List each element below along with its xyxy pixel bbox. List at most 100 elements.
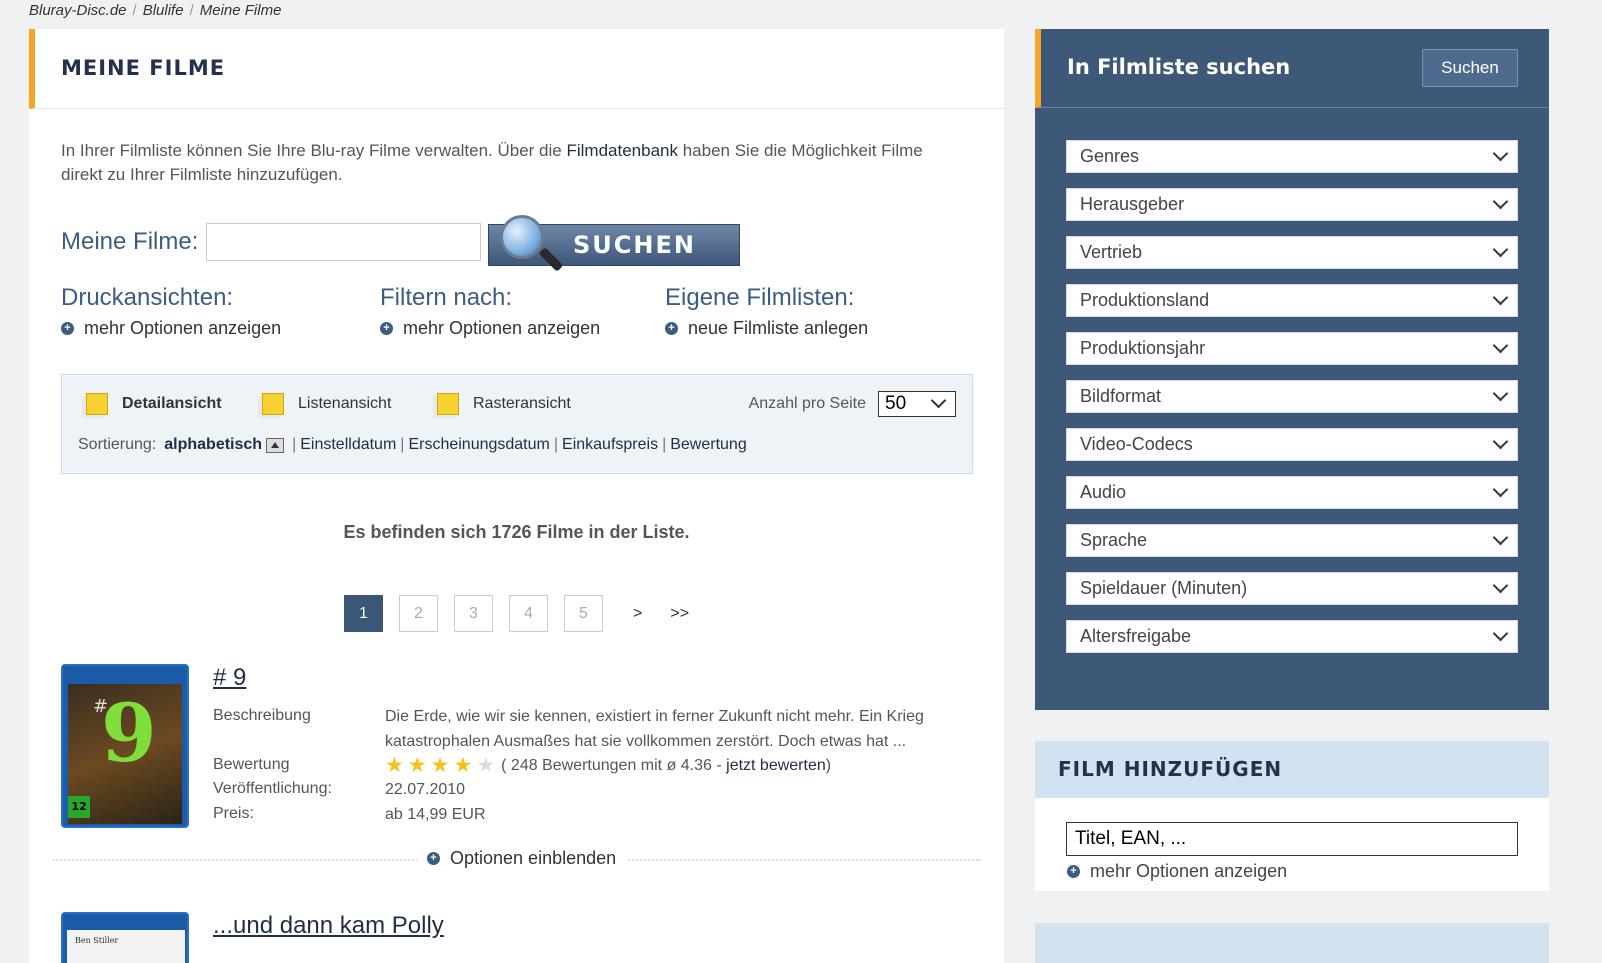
star-filled-icon[interactable]: ★ — [431, 755, 450, 776]
rating-label: Bewertung — [213, 756, 290, 773]
breadcrumb-separator: / — [189, 2, 194, 19]
sidebar-search-button[interactable]: Suchen — [1422, 49, 1518, 87]
intro-text: In Ihrer Filmliste können Sie Ihre Blu-r… — [61, 139, 961, 187]
filter-section: Filtern nach: + mehr Optionen anzeigen — [380, 284, 600, 339]
cover-text: Ben Stiller — [75, 936, 119, 945]
plus-icon: + — [665, 322, 678, 335]
add-more-options-link[interactable]: + mehr Optionen anzeigen — [1067, 861, 1287, 882]
filter-more-link[interactable]: + mehr Optionen anzeigen — [380, 318, 600, 339]
chevron-down-icon — [1493, 436, 1509, 452]
star-filled-icon[interactable]: ★ — [385, 755, 404, 776]
suchen-button[interactable]: SUCHEN — [488, 215, 740, 272]
view-options-box: Detailansicht Listenansicht Rasteransich… — [61, 374, 973, 474]
page-2[interactable]: 2 — [399, 595, 438, 632]
filter-select[interactable]: Produktionsjahr — [1066, 332, 1518, 365]
release-date: 22.07.2010 — [385, 781, 466, 798]
sort-bewertung[interactable]: Bewertung — [670, 436, 747, 454]
list-view-icon — [262, 393, 284, 415]
view-grid[interactable]: Rasteransicht — [437, 393, 571, 415]
filter-select[interactable]: Video-Codecs — [1066, 428, 1518, 461]
desc-line: katastrophalen Ausmaßes hat sie vollkomm… — [385, 733, 907, 750]
per-page-select[interactable]: 50 — [878, 391, 956, 417]
sort-erscheinungsdatum[interactable]: Erscheinungsdatum — [408, 436, 549, 454]
filter-select[interactable]: Herausgeber — [1066, 188, 1518, 221]
filter-label: Vertrieb — [1080, 242, 1143, 262]
filter-select[interactable]: Produktionsland — [1066, 284, 1518, 317]
sidebar-title: In Filmliste suchen Suchen — [1035, 29, 1549, 108]
rate-now-link[interactable]: jetzt bewerten — [726, 757, 826, 774]
sort-einstelldatum[interactable]: Einstelldatum — [300, 436, 396, 454]
cover-number: 9 — [101, 686, 157, 780]
add-movie-input[interactable]: Titel, EAN, ... — [1066, 822, 1518, 856]
sort-einkaufspreis[interactable]: Einkaufspreis — [562, 436, 658, 454]
pagination: 1 2 3 4 5 > >> — [344, 595, 703, 632]
movie-rating: ★ ★ ★ ★ ★( 248 Bewertungen mit ø 4.36 - jetz… — [385, 753, 831, 778]
page-last[interactable]: >> — [670, 605, 689, 623]
page-3[interactable]: 3 — [454, 595, 493, 632]
filter-select[interactable]: Altersfreigabe — [1066, 620, 1518, 653]
breadcrumb-separator: / — [132, 2, 137, 19]
movie-title-link[interactable]: ...und dann kam Polly — [213, 912, 444, 940]
plus-icon: + — [427, 852, 440, 865]
view-label: Detailansicht — [122, 395, 222, 412]
page-1[interactable]: 1 — [344, 595, 383, 632]
chevron-down-icon — [1493, 484, 1509, 500]
price-label: Preis: — [213, 805, 254, 822]
detail-view-icon — [86, 393, 108, 415]
search-input[interactable] — [206, 223, 482, 261]
filter-label: Genres — [1080, 146, 1140, 166]
new-list-link[interactable]: + neue Filmliste anlegen — [665, 318, 868, 339]
filter-select[interactable]: Bildformat — [1066, 380, 1518, 413]
filter-select[interactable]: Audio — [1066, 476, 1518, 509]
filter-select[interactable]: Spieldauer (Minuten) — [1066, 572, 1518, 605]
filter-label: Altersfreigabe — [1080, 626, 1192, 646]
chevron-down-icon — [1493, 340, 1509, 356]
own-lists-section: Eigene Filmlisten: + neue Filmliste anleg… — [665, 284, 868, 339]
filter-label: Spieldauer (Minuten) — [1080, 578, 1248, 598]
breadcrumb-item[interactable]: Blulife — [143, 2, 184, 19]
sort-active[interactable]: alphabetisch — [164, 436, 262, 454]
page-next[interactable]: > — [633, 605, 642, 623]
movie-description: Die Erde, wie wir sie kennen, existiert … — [385, 704, 924, 754]
magnifier-icon — [500, 215, 544, 259]
sort-ascending-icon[interactable] — [266, 437, 285, 453]
movie-title-link[interactable]: # 9 — [213, 664, 246, 692]
chevron-down-icon — [1493, 388, 1509, 404]
star-empty-icon[interactable]: ★ — [476, 755, 495, 776]
view-list[interactable]: Listenansicht — [262, 393, 391, 415]
star-filled-icon[interactable]: ★ — [408, 755, 427, 776]
breadcrumb-item[interactable]: Bluray-Disc.de — [29, 2, 127, 19]
filter-select[interactable]: Vertrieb — [1066, 236, 1518, 269]
print-views-title: Druckansichten: — [61, 284, 234, 311]
price-value: ab 14,99 EUR — [385, 806, 486, 823]
movie-cover[interactable]: # 9 12 — [61, 664, 189, 828]
movie-cover[interactable]: Ben Stiller — [61, 912, 189, 963]
sort-label: Sortierung: — [78, 436, 157, 453]
print-views-section: Druckansichten: + mehr Optionen anzeigen — [61, 284, 281, 339]
desc-line: Die Erde, wie wir sie kennen, existiert … — [385, 708, 924, 725]
print-views-more-link[interactable]: + mehr Optionen anzeigen — [61, 318, 281, 339]
chevron-down-icon — [1493, 244, 1509, 260]
chevron-down-icon — [1493, 148, 1509, 164]
filter-select[interactable]: Sprache — [1066, 524, 1518, 557]
chevron-down-icon — [1493, 292, 1509, 308]
page-5[interactable]: 5 — [564, 595, 603, 632]
filter-label: Herausgeber — [1080, 194, 1185, 214]
search-label: Meine Filme: — [61, 228, 199, 255]
chevron-down-icon — [1493, 628, 1509, 644]
rating-stars[interactable]: ★ ★ ★ ★ ★ — [385, 755, 495, 776]
filter-select[interactable]: Genres — [1066, 140, 1518, 173]
link-label: Optionen einblenden — [450, 848, 617, 868]
add-movie-title: FILM HINZUFÜGEN — [1035, 741, 1549, 798]
grid-view-icon — [437, 393, 459, 415]
page-title: MEINE FILME — [29, 29, 1004, 109]
breadcrumb-item-current: Meine Filme — [199, 2, 282, 19]
show-options-link[interactable]: + Optionen einblenden — [417, 848, 627, 869]
page-4[interactable]: 4 — [509, 595, 548, 632]
star-filled-icon[interactable]: ★ — [453, 755, 472, 776]
filmdatenbank-link[interactable]: Filmdatenbank — [566, 141, 678, 160]
filter-label: Sprache — [1080, 530, 1148, 550]
view-detail[interactable]: Detailansicht — [86, 393, 222, 415]
per-page-label: Anzahl pro Seite — [748, 395, 866, 412]
link-label: mehr Optionen anzeigen — [84, 318, 282, 338]
